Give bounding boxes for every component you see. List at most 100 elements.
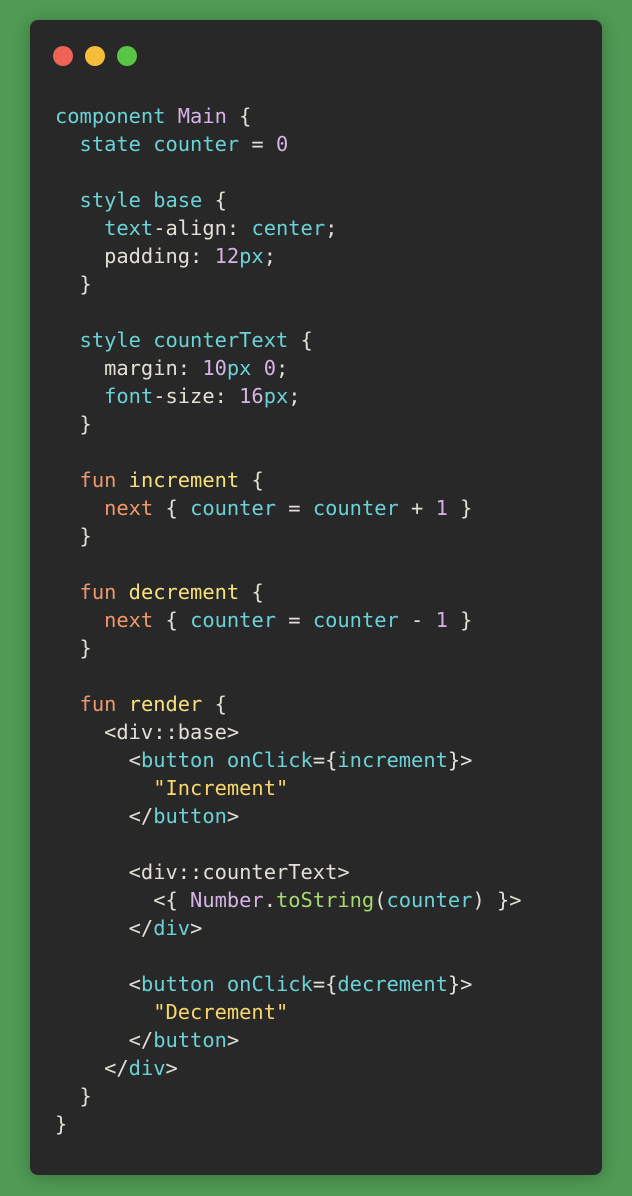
code-line: font-size: 16px; [55,382,522,410]
code-token: - [398,608,436,632]
code-token: ; [263,244,276,268]
code-line: fun decrement { [55,578,522,606]
code-line: <button onClick={increment}> [55,746,522,774]
code-line: "Increment" [55,774,522,802]
minimize-dot-icon[interactable] [85,46,105,66]
code-token: onClick [226,972,313,996]
code-token: ; [288,384,301,408]
code-token: counter [190,608,276,632]
code-token: = [239,132,276,156]
code-token: ={ [312,972,338,996]
close-dot-icon[interactable] [53,46,73,66]
code-token: fun [55,468,129,492]
code-token: </ [55,1028,154,1052]
code-token: counter [386,888,473,912]
code-token: counter [312,496,399,520]
code-line: fun render { [55,690,522,718]
code-token: = [276,496,313,520]
code-token: = [276,608,313,632]
code-line: } [55,634,522,662]
code-token: { [202,188,227,212]
code-token: > [226,1028,240,1052]
code-token: style [55,328,154,352]
code-line: <div::counterText> [55,858,522,886]
code-token: px [239,244,264,268]
code-line: component Main { [55,102,522,130]
code-token: > [226,804,240,828]
code-token: counter [153,132,240,156]
code-token: font [55,384,154,408]
code-token: 0 [276,132,289,156]
window-controls [53,46,137,66]
code-token: < [55,748,141,772]
code-token: } [55,524,92,548]
code-token: onClick [226,748,313,772]
code-window: component Main { state counter = 0 style… [30,20,602,1175]
code-token: </ [55,804,154,828]
code-token: decrement [337,972,448,996]
code-line: </button> [55,802,522,830]
code-token: button [153,1028,227,1052]
code-line: } [55,270,522,298]
code-token: "Decrement" [55,1000,289,1024]
code-token: { [239,468,264,492]
code-line: </div> [55,1054,522,1082]
code-token: render [128,692,203,716]
code-token: margin: [55,356,203,380]
code-token: } [55,636,92,660]
code-token: }> [447,748,473,772]
code-token: style [55,188,154,212]
code-token: div [128,1056,166,1080]
code-token: button [140,972,215,996]
code-token: ; [325,216,338,240]
code-token: . [263,888,276,912]
code-line: } [55,410,522,438]
code-token: <div::counterText> [55,860,350,884]
code-line: margin: 10px 0; [55,354,522,382]
code-token: text [55,216,154,240]
code-line: style base { [55,186,522,214]
code-token: counter [312,608,399,632]
code-token: counterText [153,328,289,352]
code-token: } [55,272,92,296]
code-token: Main [177,104,227,128]
code-line: padding: 12px; [55,242,522,270]
code-token: 10 [202,356,227,380]
code-token: 1 [435,496,448,520]
code-token: + [398,496,436,520]
code-token: button [140,748,215,772]
code-token: } [447,608,473,632]
code-line: <div::base> [55,718,522,746]
code-token: base [153,188,203,212]
code-token: fun [55,580,129,604]
maximize-dot-icon[interactable] [117,46,137,66]
code-token: component [55,104,178,128]
code-token: 16 [239,384,264,408]
code-line: } [55,1082,522,1110]
code-token: ; [276,356,289,380]
code-line: } [55,522,522,550]
code-token: { [153,496,191,520]
code-token: 12 [214,244,240,268]
code-token: { [226,104,252,128]
code-line: fun increment { [55,466,522,494]
code-token: { [153,608,191,632]
code-token: 1 [435,608,448,632]
code-token: </ [55,1056,129,1080]
code-token: }> [447,972,473,996]
code-token: -size: [153,384,240,408]
code-token: ={ [312,748,338,772]
code-token: "Increment" [55,776,289,800]
code-token: px [263,384,289,408]
code-token: } [55,412,92,436]
code-token: -align: [153,216,252,240]
code-token: increment [337,748,448,772]
